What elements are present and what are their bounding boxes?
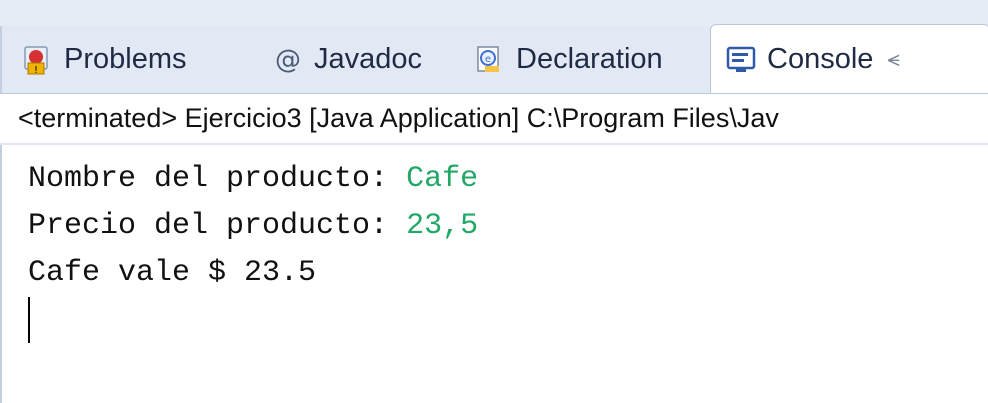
tab-problems[interactable]: ! Problems — [22, 26, 187, 93]
window-top-strip — [0, 0, 988, 26]
console-icon — [725, 43, 757, 77]
view-tab-bar: ! Problems @ Javadoc e Declaration Conso… — [0, 24, 988, 94]
tab-label: Console — [767, 43, 874, 75]
process-status-line: <terminated> Ejercicio3 [Java Applicatio… — [0, 93, 988, 145]
tab-label: Problems — [64, 43, 187, 75]
console-prompt: Nombre del producto: — [28, 162, 407, 196]
console-line: Cafe vale $ 23.5 — [28, 251, 316, 295]
tab-declaration[interactable]: e Declaration — [474, 26, 663, 93]
tab-label: Javadoc — [314, 43, 423, 75]
tab-label: Declaration — [516, 43, 663, 75]
at-icon: @ — [275, 44, 301, 75]
close-icon[interactable]: ⪪ — [887, 47, 899, 72]
console-user-input: 23,5 — [406, 209, 479, 243]
text-caret — [28, 297, 30, 343]
declaration-icon: e — [474, 43, 506, 77]
problems-icon: ! — [22, 43, 54, 77]
console-output[interactable]: Nombre del producto: Cafe Precio del pro… — [0, 145, 988, 403]
console-prompt: Precio del producto: — [28, 209, 407, 243]
console-output-text: Cafe vale $ 23.5 — [28, 256, 317, 290]
svg-text:e: e — [485, 54, 491, 65]
tab-javadoc[interactable]: @ Javadoc — [272, 26, 422, 93]
console-line: Precio del producto: 23,5 — [28, 204, 478, 248]
svg-text:!: ! — [34, 65, 38, 76]
console-line: Nombre del producto: Cafe — [28, 157, 478, 201]
tab-console[interactable]: Console ⪪ — [710, 24, 988, 94]
console-user-input: Cafe — [406, 162, 479, 196]
